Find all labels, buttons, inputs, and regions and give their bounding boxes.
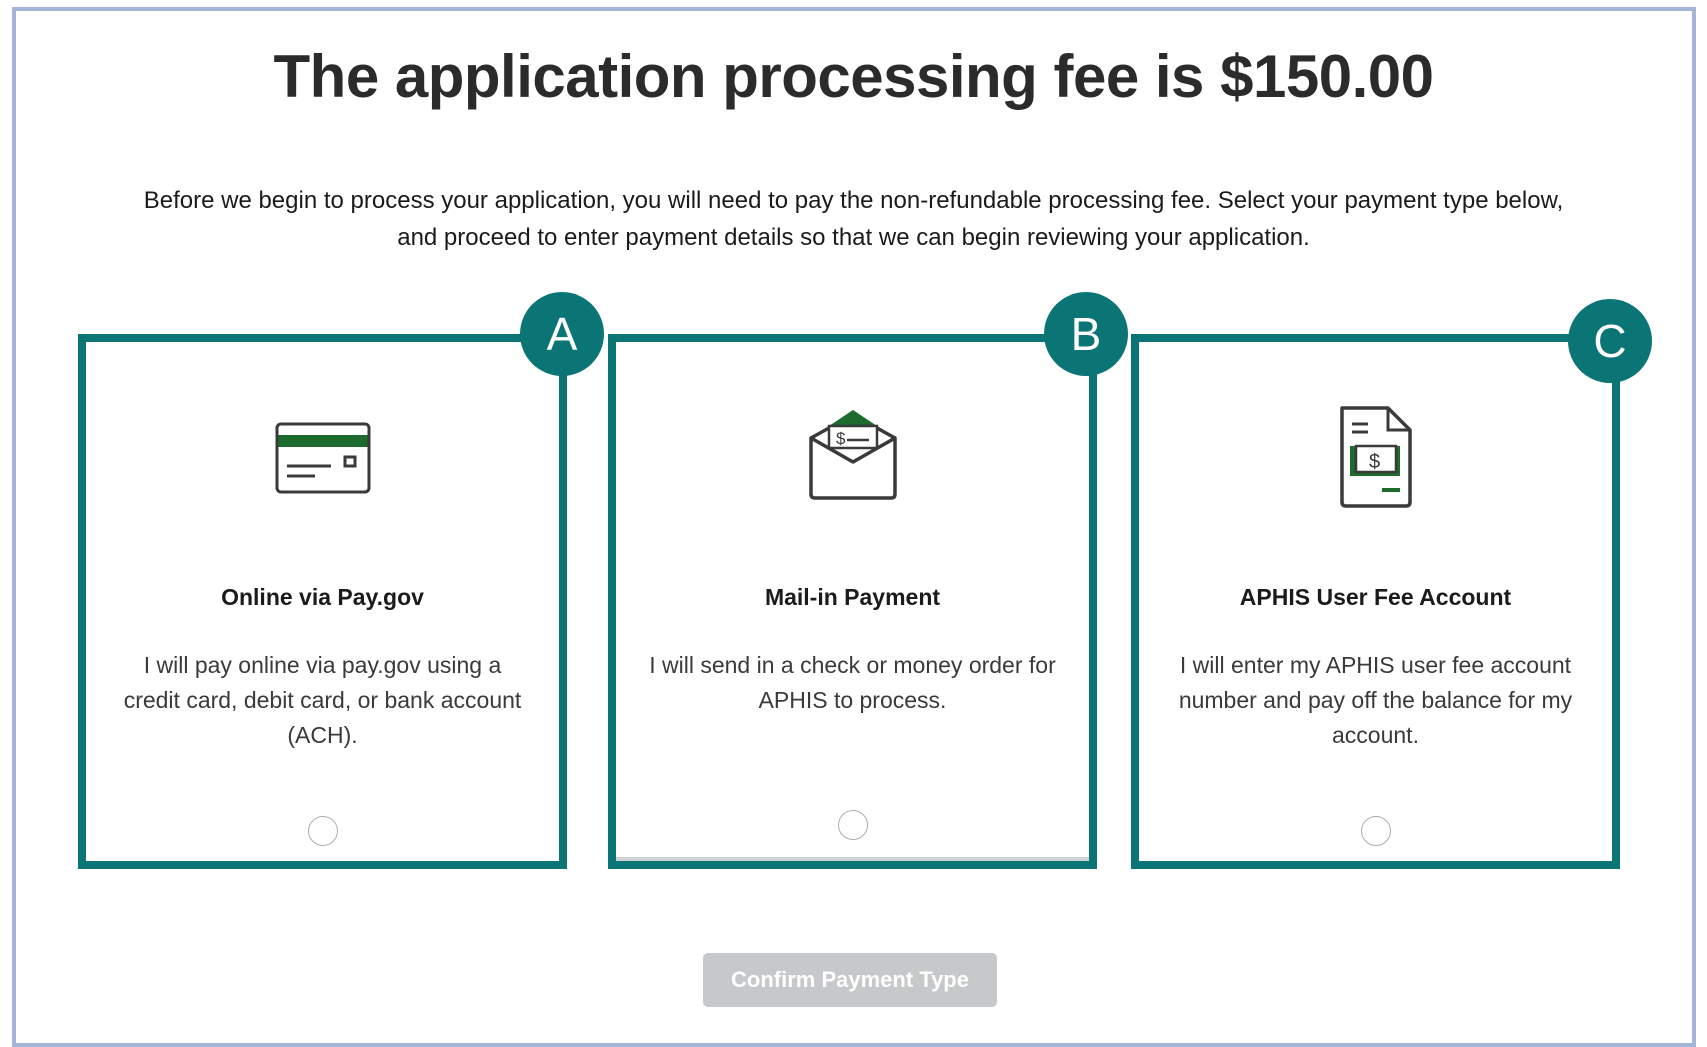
option-badge-b: B [1044,292,1128,376]
intro-line-1: Before we begin to process your applicat… [143,187,1564,214]
payment-option-user-fee-account[interactable]: $ APHIS User Fee Account I will enter my… [1131,334,1620,869]
option-radio[interactable] [837,810,868,840]
fee-account-document-icon: $ [1139,402,1612,512]
intro-line-2: and proceed to enter payment details so … [397,224,1310,251]
svg-text:$: $ [1369,451,1380,473]
envelope-check-icon: $ [616,402,1089,512]
credit-card-icon [86,402,559,512]
option-title: Mail-in Payment [764,584,941,610]
option-description: I will send in a check or money order fo… [649,652,1056,713]
option-badge-a: A [520,292,604,376]
card-bottom-shadow [616,857,1089,861]
svg-text:$: $ [836,429,846,448]
option-description: I will pay online via pay.gov using a cr… [123,652,522,748]
payment-option-online[interactable]: Online via Pay.gov I will pay online via… [78,334,567,869]
option-radio[interactable] [307,816,338,846]
option-badge-c: C [1568,299,1652,383]
page-title: The application processing fee is $150.0… [273,43,1434,110]
confirm-payment-type-button[interactable]: Confirm Payment Type [703,953,997,1007]
payment-option-mail[interactable]: $ Mail-in Payment I will send in a check… [608,334,1097,869]
option-title: APHIS User Fee Account [1239,584,1512,610]
option-description: I will enter my APHIS user fee account n… [1178,652,1573,748]
option-radio[interactable] [1360,816,1391,846]
option-title: Online via Pay.gov [221,584,424,610]
intro-text: Before we begin to process your applicat… [70,182,1637,256]
